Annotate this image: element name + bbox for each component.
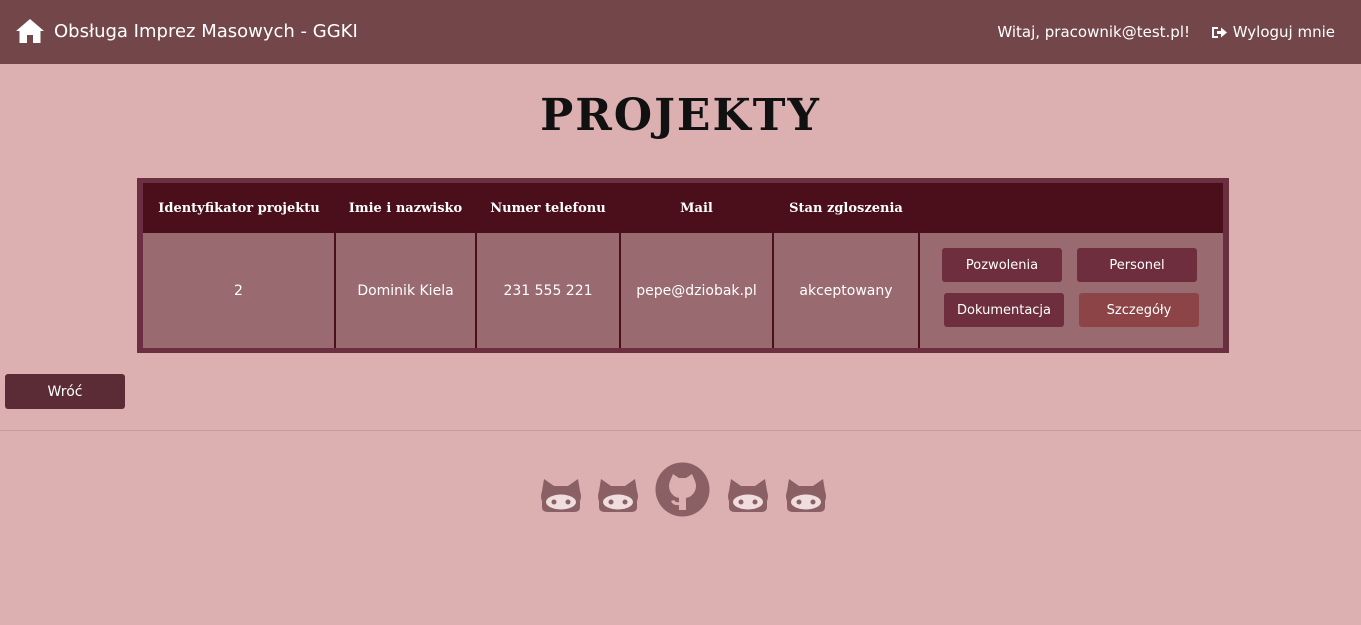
logout-link[interactable]: Wyloguj mnie xyxy=(1211,23,1335,41)
page-title: PROJEKTY xyxy=(540,90,821,141)
column-header-id: Identyfikator projektu xyxy=(143,183,335,233)
documentation-button[interactable]: Dokumentacja xyxy=(944,293,1064,327)
user-greeting: Witaj, pracownik@test.pl! xyxy=(997,23,1190,41)
sign-out-icon xyxy=(1211,26,1227,38)
cell-status: akceptowany xyxy=(773,233,920,348)
column-header-phone: Numer telefonu xyxy=(476,183,620,233)
brand-title: Obsługa Imprez Masowych - GGKI xyxy=(54,20,358,42)
octocat-icon[interactable] xyxy=(540,477,582,513)
octocat-icon[interactable] xyxy=(727,477,769,513)
octocat-icon[interactable] xyxy=(597,477,639,513)
table-header-row: Identyfikator projektu Imie i nazwisko N… xyxy=(143,183,1223,233)
table-row: 2 Dominik Kiela 231 555 221 pepe@dziobak… xyxy=(143,233,1223,348)
column-header-actions xyxy=(919,183,1223,233)
cell-mail: pepe@dziobak.pl xyxy=(620,233,774,348)
column-header-name: Imie i nazwisko xyxy=(335,183,476,233)
permits-button[interactable]: Pozwolenia xyxy=(942,248,1062,282)
column-header-status: Stan zgloszenia xyxy=(773,183,919,233)
github-icon[interactable] xyxy=(655,462,710,517)
logout-label: Wyloguj mnie xyxy=(1232,23,1335,41)
details-button[interactable]: Szczegóły xyxy=(1079,293,1199,327)
projects-table: Identyfikator projektu Imie i nazwisko N… xyxy=(137,178,1229,353)
cell-actions: Pozwolenia Personel Dokumentacja Szczegó… xyxy=(919,233,1223,348)
octocat-icon[interactable] xyxy=(785,477,827,513)
staff-button[interactable]: Personel xyxy=(1077,248,1197,282)
cell-phone: 231 555 221 xyxy=(476,233,621,348)
cell-id: 2 xyxy=(143,233,336,348)
column-header-mail: Mail xyxy=(620,183,773,233)
brand-link[interactable]: Obsługa Imprez Masowych - GGKI xyxy=(15,18,358,44)
navbar: Obsługa Imprez Masowych - GGKI Witaj, pr… xyxy=(0,0,1361,64)
cell-name: Dominik Kiela xyxy=(335,233,477,348)
back-button[interactable]: Wróć xyxy=(5,374,125,409)
home-icon xyxy=(16,19,44,43)
footer-divider xyxy=(0,430,1361,431)
